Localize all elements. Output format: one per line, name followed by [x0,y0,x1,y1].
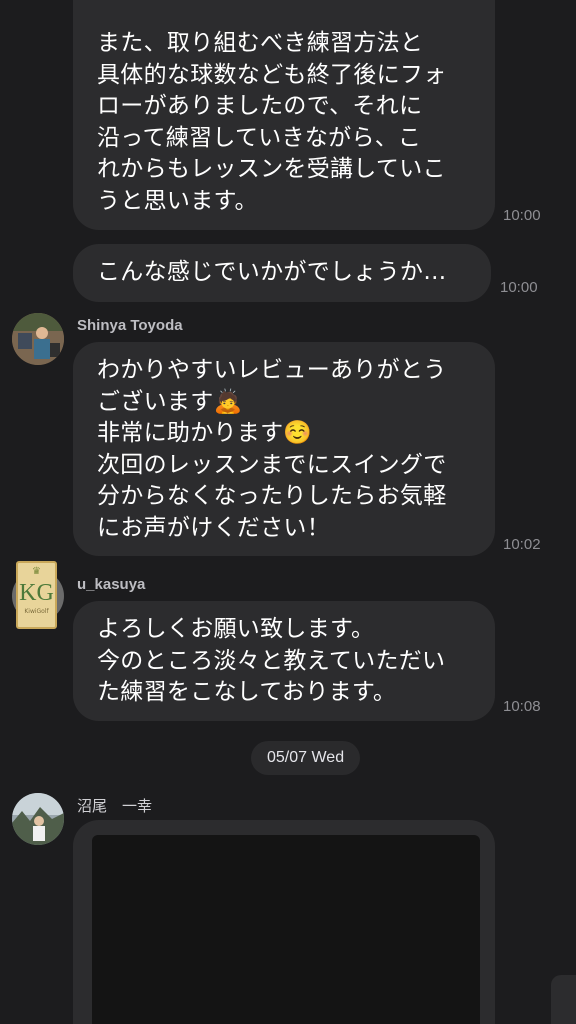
message-bubble[interactable]: わかりやすいレビューありがとう ございます🙇 非常に助かります☺️ 次回のレッス… [73,342,495,556]
avatar[interactable] [12,313,64,365]
sender-name: u_kasuya [77,576,146,593]
logo-text: KG [19,580,54,606]
message-time: 10:02 [503,536,541,553]
logo-subtext: KiwiGolf [24,608,49,615]
avatar[interactable] [12,793,64,845]
sender-name: 沼尾 一幸 [77,798,153,815]
scroll-down-button[interactable] [551,975,576,1024]
message-bubble[interactable]: よろしくお願い致します。 今のところ淡々と教えていただい た練習をこなしておりま… [73,601,495,721]
chat-thread: また、取り組むべき練習方法と 具体的な球数なども終了後にフォ ローがありましたの… [0,0,576,1024]
image-thumbnail[interactable] [92,835,480,1024]
message-time: 10:00 [500,279,538,296]
user-photo-icon [12,313,64,365]
crown-icon: ♛ [32,566,41,577]
sender-name: Shinya Toyoda [77,317,183,334]
message-bubble[interactable]: こんな感じでいかがでしょうか… [73,244,491,302]
kiwigolf-logo: ♛ KG KiwiGolf [16,561,57,629]
message-bubble[interactable]: また、取り組むべき練習方法と 具体的な球数なども終了後にフォ ローがありましたの… [73,0,495,230]
message-time: 10:00 [503,207,541,224]
message-time: 10:08 [503,698,541,715]
date-separator: 05/07 Wed [251,741,361,775]
user-photo-icon [12,793,64,845]
